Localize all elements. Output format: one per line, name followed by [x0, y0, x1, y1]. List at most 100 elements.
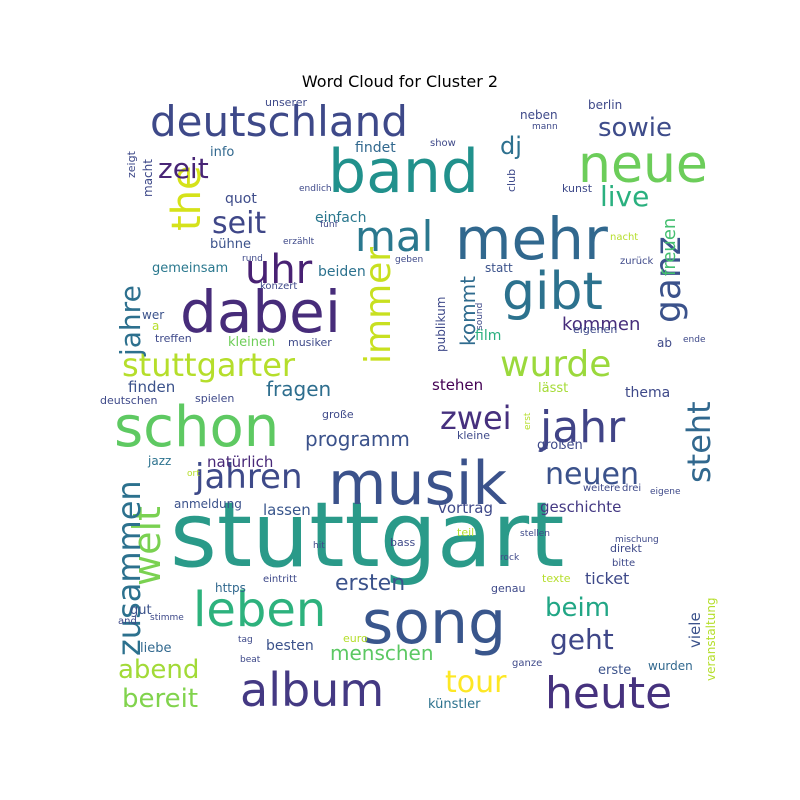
word-fragen: fragen: [266, 377, 331, 401]
word-großen: großen: [537, 438, 583, 453]
word-euro: euro: [343, 632, 368, 645]
word-spielen: spielen: [195, 392, 234, 405]
word-viele: viele: [686, 612, 704, 648]
chart-title: Word Cloud for Cluster 2: [301, 72, 499, 91]
word-drei: drei: [622, 483, 641, 494]
word-thema: thema: [625, 385, 670, 401]
word-statt: statt: [485, 261, 513, 275]
word-beiden: beiden: [318, 264, 366, 280]
word-geht: geht: [550, 623, 614, 656]
word-erste: erste: [598, 663, 631, 678]
word-wurden: wurden: [648, 659, 693, 673]
word-stellen: stellen: [520, 529, 550, 539]
word-beat: beat: [240, 655, 261, 665]
word-kunst: kunst: [562, 182, 593, 195]
word-teil: teil: [457, 526, 474, 539]
word-and: and: [118, 616, 137, 627]
word-band: band: [328, 137, 479, 207]
word-gibt: gibt: [502, 262, 603, 322]
word-weitere: weitere: [583, 483, 620, 494]
word-eigenen: eigenen: [573, 323, 617, 336]
word-bitte: bitte: [612, 558, 635, 569]
word-lässt: lässt: [538, 381, 568, 396]
word-publikum: publikum: [434, 297, 448, 352]
word-dj: dj: [500, 132, 522, 160]
word-tag: tag: [238, 635, 253, 645]
word-erzählt: erzählt: [283, 237, 315, 247]
word-programm: programm: [305, 427, 410, 451]
word-rund: rund: [242, 254, 263, 264]
word-endlich: endlich: [299, 184, 332, 194]
word-stimme: stimme: [150, 613, 184, 623]
word-bühne: bühne: [210, 237, 251, 252]
word-macht: macht: [141, 159, 155, 197]
word-steht: steht: [680, 401, 718, 483]
word-eintritt: eintritt: [263, 574, 297, 585]
word-jazz: jazz: [147, 454, 171, 468]
word-anmeldung: anmeldung: [174, 497, 242, 511]
word-ab: ab: [657, 336, 672, 350]
word-große: große: [322, 408, 354, 421]
word-beim: beim: [545, 593, 610, 623]
word-nacht: nacht: [610, 232, 638, 243]
word-künstler: künstler: [428, 697, 481, 712]
word-a: a: [152, 319, 159, 333]
word-texte: texte: [542, 572, 571, 585]
word-sowie: sowie: [598, 113, 672, 143]
word-cloud: stuttgartmusikbandsongmehrdabeischonneue…: [100, 96, 718, 716]
word-berlin: berlin: [588, 98, 622, 112]
word-zusammen: zusammen: [110, 480, 148, 656]
word-ende: ende: [683, 335, 706, 345]
word-erst: erst: [523, 412, 533, 430]
word-abend: abend: [118, 655, 199, 685]
word-unserer: unserer: [265, 96, 307, 109]
word-eigene: eigene: [650, 487, 681, 497]
word-neben: neben: [520, 108, 558, 122]
word-tour: tour: [445, 665, 507, 700]
word-besten: besten: [266, 638, 314, 654]
word-https: https: [215, 581, 246, 595]
word-findet: findet: [355, 140, 396, 156]
word-zurück: zurück: [620, 256, 654, 267]
word-show: show: [430, 138, 456, 149]
word-live: live: [600, 180, 649, 213]
word-mann: mann: [532, 122, 558, 132]
word-genau: genau: [491, 582, 525, 595]
word-bass: bass: [390, 536, 415, 549]
word-quot: quot: [225, 191, 257, 207]
word-gemeinsam: gemeinsam: [152, 261, 228, 276]
word-konzert: konzert: [260, 281, 297, 292]
word-info: info: [210, 145, 234, 160]
word-hit: hit: [313, 541, 325, 551]
word-club: club: [505, 169, 518, 192]
word-zeigt: zeigt: [125, 150, 138, 178]
word-bereit: bereit: [122, 684, 198, 714]
word-natürlich: natürlich: [207, 453, 273, 471]
word-veranstaltung: veranstaltung: [704, 597, 718, 681]
word-mischung: mischung: [615, 535, 659, 545]
word-seit: seit: [212, 206, 266, 241]
word-musiker: musiker: [288, 336, 332, 349]
word-liebe: liebe: [140, 641, 171, 656]
word-ticket: ticket: [585, 569, 629, 588]
word-geben: geben: [395, 255, 423, 265]
word-lassen: lassen: [263, 501, 311, 519]
word-album: album: [240, 663, 384, 716]
word-freuen: freuen: [659, 218, 680, 276]
word-wurde: wurde: [500, 344, 611, 385]
word-vortrag: vortrag: [438, 499, 493, 517]
word-fünf: fünf: [320, 220, 339, 230]
word-ort: ort: [187, 469, 200, 479]
word-deutschen: deutschen: [100, 394, 158, 407]
word-geschichte: geschichte: [540, 498, 621, 516]
word-rock: rock: [500, 553, 520, 563]
word-kleinen: kleinen: [228, 335, 275, 350]
word-ganze: ganze: [512, 658, 542, 669]
word-stehen: stehen: [432, 376, 483, 394]
word-leben: leben: [193, 582, 326, 638]
word-kleine: kleine: [457, 429, 490, 442]
word-ersten: ersten: [335, 571, 405, 596]
word-zeit: zeit: [158, 152, 209, 185]
word-treffen: treffen: [155, 332, 192, 345]
word-sound: sound: [475, 303, 485, 330]
